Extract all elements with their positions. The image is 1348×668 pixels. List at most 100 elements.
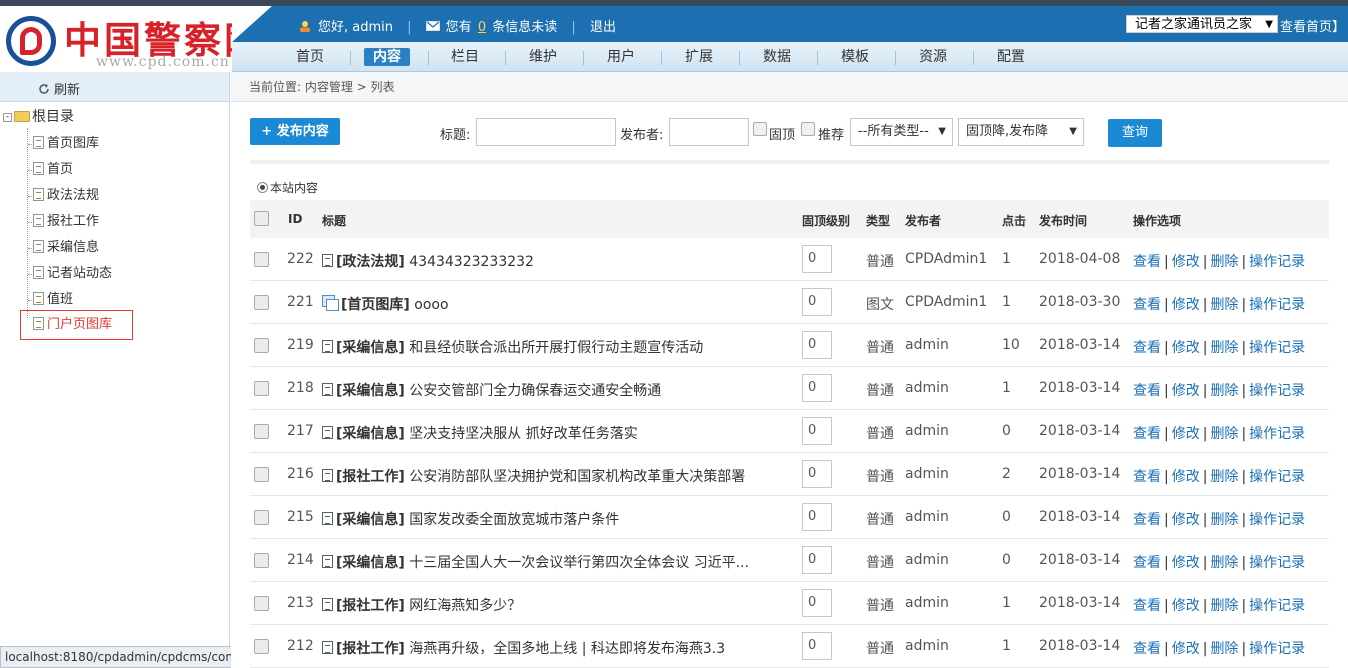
edit-link[interactable]: 修改 (1172, 512, 1200, 528)
collapse-icon[interactable]: - (3, 113, 12, 122)
view-link[interactable]: 查看 (1133, 426, 1161, 442)
edit-link[interactable]: 修改 (1172, 555, 1200, 571)
pin-level-input[interactable]: 0 (802, 546, 832, 574)
nav-data[interactable]: 数据 (759, 48, 795, 66)
nav-content[interactable]: 内容 (364, 48, 410, 66)
tree-item-law[interactable]: 政法法规 (33, 186, 99, 206)
row-checkbox[interactable] (254, 639, 269, 654)
edit-link[interactable]: 修改 (1172, 297, 1200, 313)
delete-link[interactable]: 删除 (1210, 641, 1238, 657)
history-link[interactable]: 操作记录 (1249, 383, 1305, 399)
delete-link[interactable]: 删除 (1210, 340, 1238, 356)
tree-item-editorial[interactable]: 采编信息 (33, 238, 99, 258)
row-title[interactable]: [采编信息] 国家发改委全面放宽城市落户条件 (322, 509, 619, 529)
view-link[interactable]: 查看 (1133, 555, 1161, 571)
nav-users[interactable]: 用户 (603, 48, 639, 66)
delete-link[interactable]: 删除 (1210, 555, 1238, 571)
title-search-input[interactable] (476, 118, 616, 146)
row-checkbox[interactable] (254, 596, 269, 611)
edit-link[interactable]: 修改 (1172, 469, 1200, 485)
row-title[interactable]: [报社工作] 公安消防部队坚决拥护党和国家机构改革重大决策部署 (322, 466, 745, 486)
delete-link[interactable]: 删除 (1210, 469, 1238, 485)
nav-settings[interactable]: 配置 (993, 48, 1029, 66)
pin-level-input[interactable]: 0 (802, 374, 832, 402)
row-title[interactable]: [报社工作] 海燕再升级，全国多地上线 | 科达即将发布海燕3.3 (322, 638, 725, 658)
delete-link[interactable]: 删除 (1210, 598, 1238, 614)
view-link[interactable]: 查看 (1133, 254, 1161, 270)
tree-item-station-news[interactable]: 记者站动态 (33, 264, 112, 284)
history-link[interactable]: 操作记录 (1249, 598, 1305, 614)
publisher-search-input[interactable] (669, 118, 749, 146)
row-checkbox[interactable] (254, 252, 269, 267)
pin-level-input[interactable]: 0 (802, 632, 832, 660)
view-link[interactable]: 查看 (1133, 383, 1161, 399)
tree-item-homepage-gallery[interactable]: 首页图库 (33, 134, 99, 154)
view-link[interactable]: 查看 (1133, 340, 1161, 356)
row-title[interactable]: [采编信息] 公安交管部门全力确保春运交通安全畅通 (322, 380, 661, 400)
edit-link[interactable]: 修改 (1172, 383, 1200, 399)
row-checkbox[interactable] (254, 510, 269, 525)
row-title[interactable]: [采编信息] 十三届全国人大一次会议举行第四次全体会议 习近平... (322, 552, 749, 572)
nav-home[interactable]: 首页 (292, 48, 328, 66)
messages-link[interactable]: 您有 0 条信息未读 (425, 16, 557, 35)
order-select[interactable]: 固顶降,发布降 ▼ (958, 118, 1084, 146)
row-checkbox[interactable] (254, 467, 269, 482)
logout-link[interactable]: 退出 (590, 16, 616, 35)
refresh-button[interactable]: 刷新 (38, 79, 80, 98)
row-title[interactable]: [政法法规] 43434323233232 (322, 251, 534, 271)
history-link[interactable]: 操作记录 (1249, 340, 1305, 356)
pin-level-input[interactable]: 0 (802, 331, 832, 359)
nav-extend[interactable]: 扩展 (681, 48, 717, 66)
pinned-checkbox[interactable] (753, 122, 767, 136)
history-link[interactable]: 操作记录 (1249, 641, 1305, 657)
pin-level-input[interactable]: 0 (802, 503, 832, 531)
search-button[interactable]: 查询 (1108, 119, 1162, 147)
pin-level-input[interactable]: 0 (802, 245, 832, 273)
row-checkbox[interactable] (254, 424, 269, 439)
pin-level-input[interactable]: 0 (802, 589, 832, 617)
row-title[interactable]: [首页图库] oooo (322, 294, 449, 314)
view-link[interactable]: 查看 (1133, 512, 1161, 528)
scope-radio[interactable]: 本站内容 (257, 179, 318, 196)
row-checkbox[interactable] (254, 295, 269, 310)
row-checkbox[interactable] (254, 381, 269, 396)
history-link[interactable]: 操作记录 (1249, 555, 1305, 571)
delete-link[interactable]: 删除 (1210, 426, 1238, 442)
delete-link[interactable]: 删除 (1210, 297, 1238, 313)
select-all-checkbox[interactable] (254, 211, 269, 226)
tree-item-portal-gallery[interactable]: 门户页图库 (20, 310, 134, 340)
row-checkbox[interactable] (254, 338, 269, 353)
edit-link[interactable]: 修改 (1172, 641, 1200, 657)
delete-link[interactable]: 删除 (1210, 383, 1238, 399)
tree-item-press-work[interactable]: 报社工作 (33, 212, 99, 232)
edit-link[interactable]: 修改 (1172, 598, 1200, 614)
site-select[interactable]: 记者之家通讯员之家 ▼ (1126, 15, 1278, 33)
view-link[interactable]: 查看 (1133, 598, 1161, 614)
nav-resources[interactable]: 资源 (915, 48, 951, 66)
view-home-link[interactable]: 查看首页】 (1280, 16, 1345, 35)
pin-level-input[interactable]: 0 (802, 288, 832, 316)
type-select[interactable]: --所有类型-- ▼ (850, 118, 953, 146)
publish-content-button[interactable]: + 发布内容 (250, 118, 340, 145)
view-link[interactable]: 查看 (1133, 297, 1161, 313)
row-checkbox[interactable] (254, 553, 269, 568)
history-link[interactable]: 操作记录 (1249, 426, 1305, 442)
edit-link[interactable]: 修改 (1172, 254, 1200, 270)
history-link[interactable]: 操作记录 (1249, 469, 1305, 485)
row-title[interactable]: [采编信息] 和县经侦联合派出所开展打假行动主题宣传活动 (322, 337, 703, 357)
history-link[interactable]: 操作记录 (1249, 512, 1305, 528)
tree-item-duty[interactable]: 值班 (33, 290, 73, 310)
recommend-checkbox[interactable] (801, 122, 815, 136)
row-title[interactable]: [采编信息] 坚决支持坚决服从 抓好改革任务落实 (322, 423, 638, 443)
nav-maintain[interactable]: 维护 (525, 48, 561, 66)
view-link[interactable]: 查看 (1133, 469, 1161, 485)
pin-level-input[interactable]: 0 (802, 460, 832, 488)
delete-link[interactable]: 删除 (1210, 512, 1238, 528)
history-link[interactable]: 操作记录 (1249, 254, 1305, 270)
delete-link[interactable]: 删除 (1210, 254, 1238, 270)
nav-templates[interactable]: 模板 (837, 48, 873, 66)
edit-link[interactable]: 修改 (1172, 340, 1200, 356)
pin-level-input[interactable]: 0 (802, 417, 832, 445)
unread-count[interactable]: 0 (478, 20, 486, 35)
tree-item-homepage[interactable]: 首页 (33, 160, 73, 180)
